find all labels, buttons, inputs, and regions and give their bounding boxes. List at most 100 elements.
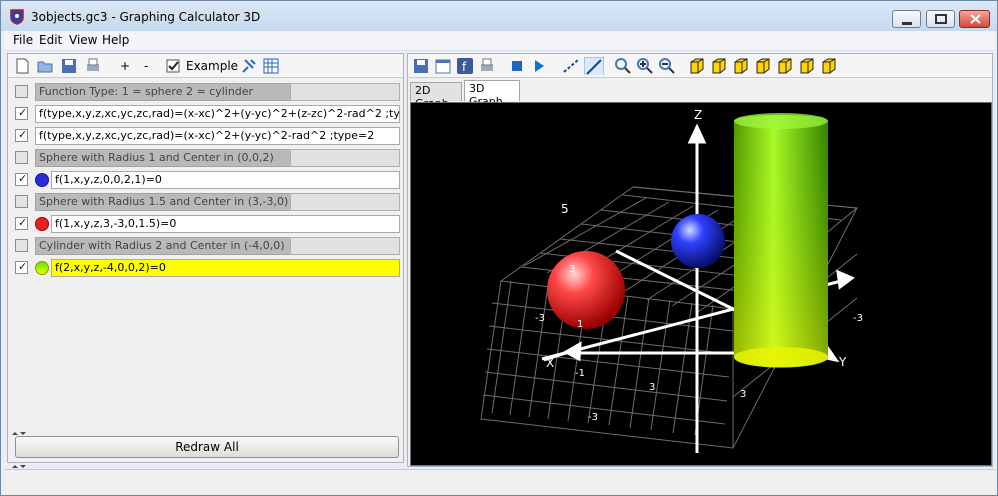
- example-label: Example: [186, 59, 239, 73]
- tick-label: -3: [535, 313, 545, 324]
- cube-view-icon[interactable]: [710, 57, 728, 75]
- function-input[interactable]: f(1,x,y,z,0,0,2,1)=0: [51, 171, 400, 189]
- gradient-color-dot[interactable]: [35, 261, 49, 275]
- list-item: ✓ f(type,x,y,z,xc,yc,zc,rad)=(x-xc)^2+(y…: [10, 104, 402, 124]
- add-function-button[interactable]: +: [120, 59, 130, 77]
- list-item: ✓ f(1,x,y,z,3,-3,0,1.5)=0: [10, 214, 402, 234]
- graph-toolbar: f: [408, 54, 992, 78]
- axis-label-x: X: [546, 356, 554, 370]
- axis-label-z: Z: [694, 108, 702, 122]
- function-input[interactable]: f(type,x,y,z,xc,yc,zc,rad)=(x-xc)^2+(y-y…: [35, 105, 400, 123]
- row-checkbox[interactable]: [15, 239, 28, 252]
- row-checkbox[interactable]: [15, 195, 28, 208]
- cube-view-icon[interactable]: [754, 57, 772, 75]
- row-checkbox[interactable]: ✓: [15, 128, 28, 142]
- tick-label: 3: [740, 389, 746, 400]
- row-checkbox[interactable]: ✓: [15, 216, 28, 230]
- row-label: Function Type: 1 = sphere 2 = cylinder: [35, 83, 291, 101]
- list-item: Cylinder with Radius 2 and Center in (-4…: [10, 236, 402, 256]
- blue-sphere: [671, 214, 725, 268]
- blue-color-dot[interactable]: [35, 173, 49, 187]
- tick-label: 3: [569, 264, 575, 275]
- cube-view-icon[interactable]: [820, 57, 838, 75]
- row-extra-box: [290, 237, 400, 255]
- facebook-icon[interactable]: f: [456, 57, 474, 75]
- row-checkbox[interactable]: ✓: [15, 106, 28, 120]
- function-panel: + - Example Function Type: 1 = sphere 2 …: [7, 53, 404, 468]
- menu-bar: File Edit View Help: [5, 31, 995, 51]
- new-file-icon[interactable]: [14, 57, 30, 75]
- list-item: Function Type: 1 = sphere 2 = cylinder: [10, 82, 402, 102]
- play-icon[interactable]: [530, 57, 548, 75]
- tick-label: 3: [649, 382, 655, 393]
- cylinder-front-glow: [734, 115, 828, 368]
- redraw-all-button[interactable]: Redraw All: [15, 436, 399, 458]
- row-checkbox[interactable]: [15, 151, 28, 164]
- print-icon[interactable]: [84, 57, 102, 75]
- app-window: 3objects.gc3 - Graphing Calculator 3D Fi…: [0, 0, 998, 496]
- row-label: Cylinder with Radius 2 and Center in (-4…: [35, 237, 291, 255]
- list-item: ✓ f(2,x,y,z,-4,0,0,2)=0: [10, 258, 402, 278]
- row-checkbox[interactable]: ✓: [15, 172, 28, 186]
- menu-help[interactable]: Help: [102, 33, 129, 47]
- solid-line-icon[interactable]: [584, 57, 604, 75]
- dashed-line-icon[interactable]: [562, 57, 580, 75]
- title-bar: 3objects.gc3 - Graphing Calculator 3D: [1, 1, 997, 31]
- red-sphere: [547, 251, 625, 329]
- axis-label-y: Y: [838, 355, 847, 369]
- row-extra-box: [290, 193, 400, 211]
- menu-file[interactable]: File: [13, 33, 33, 47]
- cube-view-icon[interactable]: [688, 57, 706, 75]
- stop-icon[interactable]: [508, 57, 526, 75]
- open-folder-icon[interactable]: [36, 57, 54, 75]
- function-input[interactable]: f(2,x,y,z,-4,0,0,2)=0: [51, 259, 400, 277]
- row-checkbox[interactable]: ✓: [15, 260, 28, 274]
- cube-view-icon[interactable]: [732, 57, 750, 75]
- list-item: ✓ f(1,x,y,z,0,0,2,1)=0: [10, 170, 402, 190]
- graph-panel: f 2D Graph 3D Graph: [407, 53, 993, 467]
- cylinder-top: [734, 113, 828, 129]
- cube-view-icon[interactable]: [798, 57, 816, 75]
- zoom-icon[interactable]: [614, 57, 632, 75]
- tick-label: 5: [561, 202, 569, 216]
- pin-icon[interactable]: [240, 57, 258, 75]
- tick-label: -3: [853, 313, 863, 324]
- print-graph-icon[interactable]: [478, 57, 496, 75]
- function-input[interactable]: f(type,x,y,z,xc,yc,zc,rad)=(x-xc)^2+(y-y…: [35, 127, 400, 145]
- tick-label: -3: [588, 412, 598, 423]
- list-item: ✓ f(type,x,y,z,xc,yc,zc,rad)=(x-xc)^2+(y…: [10, 126, 402, 146]
- cube-view-icon[interactable]: [776, 57, 794, 75]
- list-item: Sphere with Radius 1.5 and Center in (3,…: [10, 192, 402, 212]
- close-button[interactable]: [959, 10, 990, 28]
- save-graph-icon[interactable]: [412, 57, 430, 75]
- window-title: 3objects.gc3 - Graphing Calculator 3D: [31, 10, 261, 24]
- menu-view[interactable]: View: [69, 33, 97, 47]
- calendar-icon[interactable]: [434, 57, 452, 75]
- row-extra-box: [290, 83, 400, 101]
- tick-label: 1: [577, 319, 583, 330]
- row-label: Sphere with Radius 1.5 and Center in (3,…: [35, 193, 291, 211]
- table-icon[interactable]: [262, 57, 280, 75]
- app-shield-icon: [10, 9, 24, 25]
- 3d-graph-canvas[interactable]: Z X Y 5 3 1 -1 -3 -3 3 3 -3: [410, 102, 992, 466]
- row-label: Sphere with Radius 1 and Center in (0,0,…: [35, 149, 291, 167]
- save-icon[interactable]: [60, 57, 78, 75]
- maximize-button[interactable]: [926, 10, 955, 28]
- zoom-in-icon[interactable]: [636, 57, 654, 75]
- 3d-scene: Z X Y 5 3 1 -1 -3 -3 3 3 -3: [480, 108, 863, 453]
- tab-3d-graph[interactable]: 3D Graph: [464, 80, 520, 108]
- menu-edit[interactable]: Edit: [39, 33, 62, 47]
- example-checkbox[interactable]: [166, 57, 180, 75]
- tick-label: -1: [575, 368, 585, 379]
- list-item: Sphere with Radius 1 and Center in (0,0,…: [10, 148, 402, 168]
- status-bar: [5, 469, 995, 493]
- minimize-button[interactable]: [892, 10, 921, 28]
- cylinder-bottom: [734, 347, 828, 367]
- remove-function-button[interactable]: -: [144, 59, 148, 77]
- row-checkbox[interactable]: [15, 85, 28, 98]
- tab-2d-graph[interactable]: 2D Graph: [410, 82, 462, 110]
- red-color-dot[interactable]: [35, 217, 49, 231]
- function-toolbar: + - Example: [8, 54, 403, 78]
- function-input[interactable]: f(1,x,y,z,3,-3,0,1.5)=0: [51, 215, 400, 233]
- zoom-out-icon[interactable]: [658, 57, 676, 75]
